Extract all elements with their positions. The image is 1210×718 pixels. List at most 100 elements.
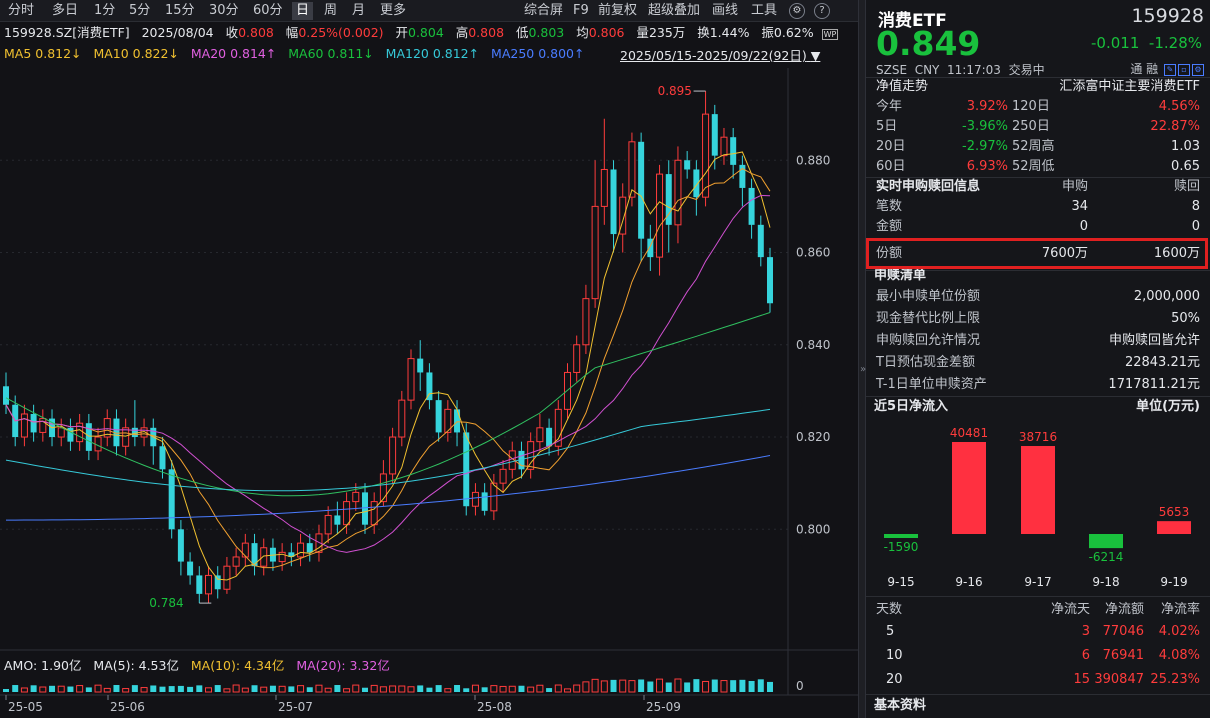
y-tick-label: 0.840 [796,338,830,352]
period-tab-30min[interactable]: 30分 [209,2,239,20]
volume-bar [389,685,397,693]
candle-body [481,492,488,511]
candle-body [582,298,590,346]
volume-bar [398,685,406,693]
candle-body [324,514,332,535]
low-annotation: 0.784 [149,596,183,610]
candle-body [214,575,221,590]
window-icon[interactable]: ▫ [1178,63,1190,76]
candle-body [187,561,194,576]
swing-label: 振 [761,25,774,40]
basic-info-header[interactable]: 基本资料 [866,696,1210,716]
redemption-header: 申赎清单 [866,266,1210,286]
candle-body [767,257,773,304]
tools-button[interactable]: 工具 [751,2,777,20]
candle-body [223,565,231,590]
turnover-label: 换 [697,25,710,40]
edit-icon[interactable]: ✎ [1164,63,1176,76]
quote-meta: SZSE CNY 11:17:03 交易中 [876,61,1045,78]
panel-divider[interactable]: » [858,0,866,718]
redemption-label: 申购赎回允许情况 [876,333,981,348]
period-tab-15min[interactable]: 15分 [165,2,195,20]
security-code-name: 159928.SZ[消费ETF] [4,25,130,40]
fund-name: 汇添富中证主要消费ETF [1059,79,1200,94]
volume-bar [454,685,461,692]
candle-body [702,113,710,198]
date-range-selector[interactable]: 2025/05/15-2025/09/22(92日) ▼ [620,45,820,64]
volume-bar [3,689,9,692]
volume-bar [582,681,590,693]
volume-bar [67,686,74,692]
wp-badge[interactable]: WP [821,29,839,40]
volume-bar [76,685,84,693]
draw-line-button[interactable]: 画线 [712,2,738,20]
redemption-value: 申购赎回皆允许 [1108,333,1200,348]
nav-label: 52周低 [1012,159,1055,174]
price-change: -0.011 -1.28% [1091,34,1202,52]
y-tick-label: 0.800 [796,522,830,536]
volume-bar [693,679,700,692]
nav-value: 22.87% [1150,119,1200,134]
ohlc-info-bar: 159928.SZ[消费ETF] 2025/08/04 收0.808 幅0.25… [4,24,839,42]
f9-button[interactable]: F9 [573,2,589,20]
trading-status: 交易中 [1008,63,1045,77]
inflow-table-cell: 6 [1081,648,1090,663]
volume-bar [435,685,442,692]
gear-icon[interactable]: ⚙ [789,3,805,19]
nav-title: 净值走势 [876,79,929,94]
volume-zero-label: 0 [796,679,804,693]
composite-screen-button[interactable]: 综合屏 [524,2,563,20]
volume-bar [306,687,313,692]
nav-label: 60日 [876,159,906,174]
candle-body [684,160,691,170]
period-tab-month[interactable]: 月 [352,2,365,20]
chart-toolbar: 分时 多日 1分 5分 15分 30分 60分 日 周 月 更多 综合屏 F9 … [0,0,858,22]
period-tab-more[interactable]: 更多 [380,2,406,20]
inflow-table-header: 天数 [876,602,903,617]
candle-body [389,436,397,475]
period-tab-60min[interactable]: 60分 [253,2,283,20]
period-tab-1min[interactable]: 1分 [94,2,115,20]
close-value: 0.808 [238,25,274,40]
candle-body [122,427,130,447]
volume-bar [315,684,323,693]
settings-icon[interactable]: ⚙ [1192,63,1204,76]
inflow-table-cell: 77046 [1102,624,1144,639]
period-tab-5min[interactable]: 5分 [129,2,150,20]
amo-ma20: MA(20): 3.32亿 [296,658,390,673]
quote-time: 11:17:03 [947,63,1001,77]
nav-value: -2.97% [962,139,1008,154]
volume-bar [361,687,368,692]
redemption-label: 最小申赎单位份额 [876,289,981,304]
inflow-table-row: 5 3 77046 4.02% [866,622,1210,642]
volume-bar [343,688,351,693]
last-price: 0.849 [876,24,981,63]
kline-chart[interactable]: 0.880 0.860 0.840 0.820 0.800 0.895 0.784 0 25-0… [0,0,858,718]
period-tab-day[interactable]: 日 [292,2,314,20]
inflow-table-row: 20 15 390847 25.23% [866,670,1210,690]
period-tab-multiday[interactable]: 多日 [52,2,78,20]
candle-body [546,427,553,447]
period-tab-intraday[interactable]: 分时 [8,2,34,20]
redeem-value: 0 [1191,219,1200,234]
volume-bar [131,685,138,692]
volume-bar [214,685,221,692]
candle-body [720,136,728,157]
volume-bar [94,684,102,693]
volume-bar [600,680,608,693]
inflow-title: 近5日净流入 [874,399,949,414]
help-icon[interactable]: ? [814,3,830,19]
volume-bar [370,684,378,693]
volume-bar [720,680,728,693]
forward-adjust-button[interactable]: 前复权 [598,2,637,20]
nav-row: 60日 6.93% 52周低 0.65 [866,157,1210,177]
candle-body [3,386,9,405]
super-overlay-button[interactable]: 超级叠加 [648,2,700,20]
volume-bar [103,687,111,693]
inflow-date-label: 9-16 [955,575,982,589]
candle-body [20,413,28,438]
period-tab-week[interactable]: 周 [324,2,337,20]
amp-label: 幅 [285,25,299,40]
subscribe-col-header: 申购 [1061,179,1088,194]
redemption-value: 2,000,000 [1133,289,1200,304]
